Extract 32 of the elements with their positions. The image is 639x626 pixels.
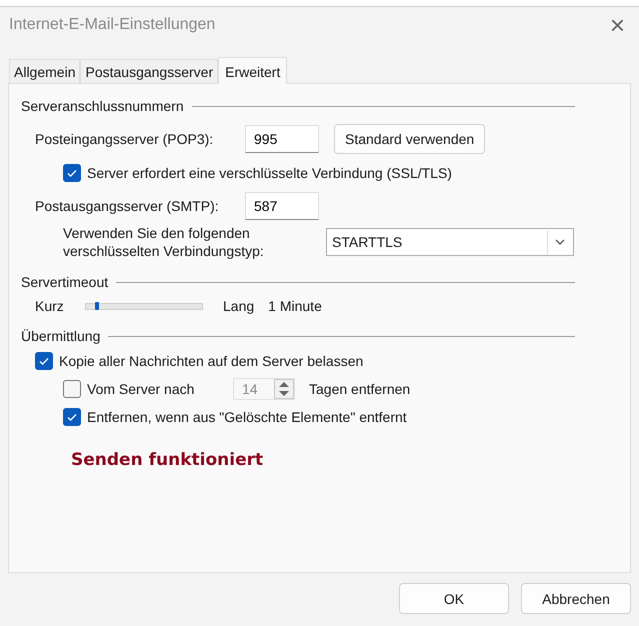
- port-field[interactable]: 587: [245, 192, 319, 220]
- default-button[interactable]: Standard verwenden: [334, 124, 486, 154]
- tab[interactable]: Erweitert: [218, 57, 288, 84]
- checkbox[interactable]: [35, 352, 53, 370]
- annotation-text: Senden funktioniert: [71, 450, 264, 470]
- slider-label: Lang: [223, 298, 254, 314]
- timeout-slider[interactable]: [85, 302, 203, 310]
- close-button[interactable]: ×: [604, 12, 631, 38]
- port-field[interactable]: 995: [245, 125, 319, 153]
- tab[interactable]: Postausgangsserver: [80, 59, 218, 83]
- checkbox[interactable]: [63, 164, 81, 182]
- spinner-arrows-icon: [274, 379, 294, 399]
- field-label: Postausgangsserver (SMTP):: [35, 198, 220, 214]
- group-heading: Servertimeout: [21, 274, 108, 290]
- checkbox-label: Server erfordert eine verschlüsselte Verbindung (SSL/TLS): [87, 165, 452, 181]
- slider-label: Kurz: [35, 298, 65, 314]
- checkbox-label: Vom Server nach: [87, 381, 196, 397]
- field-label: Posteingangsserver (POP3):: [35, 131, 214, 147]
- dialog-button[interactable]: OK: [399, 583, 509, 614]
- dialog-button[interactable]: Abbrechen: [521, 583, 631, 614]
- slider-thumb[interactable]: [95, 302, 100, 310]
- window-title: Internet-E-Mail-Einstellungen: [9, 16, 216, 34]
- timeout-value: 1 Minute: [268, 298, 322, 314]
- tab[interactable]: Allgemein: [9, 59, 80, 83]
- group-heading: Übermittlung: [21, 328, 100, 344]
- checkbox-label: Entfernen, wenn aus "Gelöschte Elemente" entfernt: [87, 409, 407, 425]
- field-suffix: Tagen entfernen: [309, 381, 410, 397]
- field-label: Verwenden Sie den folgenden verschlüsselten Verbindungstyp:: [63, 224, 265, 260]
- checkbox-label: Kopie aller Nachrichten auf dem Server belassen: [59, 353, 364, 369]
- encryption-dropdown[interactable]: STARTTLS: [326, 228, 574, 256]
- checkbox[interactable]: [63, 408, 81, 426]
- group-heading: Serveranschlussnummern: [21, 98, 184, 114]
